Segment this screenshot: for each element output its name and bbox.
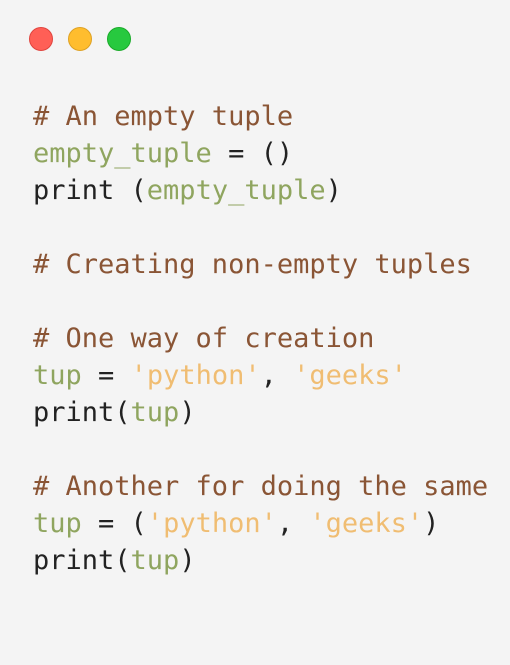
code-text: = () <box>211 138 294 169</box>
code-line: # Creating non-empty tuples <box>33 246 488 283</box>
code-text: , <box>260 360 294 391</box>
code-line: # One way of creation <box>33 320 488 357</box>
code-text: print( <box>33 397 131 428</box>
window-controls <box>29 27 131 51</box>
code-comment: # An empty tuple <box>33 101 294 132</box>
code-line: tup = 'python', 'geeks' <box>33 357 488 394</box>
code-window: # An empty tuple empty_tuple = () print (e… <box>0 0 510 665</box>
minimize-window-icon[interactable] <box>68 27 92 51</box>
code-identifier: empty_tuple <box>146 175 326 206</box>
code-line: # An empty tuple <box>33 98 488 135</box>
code-block: # An empty tuple empty_tuple = () print (e… <box>33 98 488 579</box>
code-text: print ( <box>33 175 147 206</box>
code-comment: # Another for doing the same <box>33 471 489 502</box>
code-comment: # One way of creation <box>33 323 375 354</box>
code-string: 'geeks' <box>293 360 407 391</box>
code-line: tup = ('python', 'geeks') <box>33 505 488 542</box>
code-string: 'python' <box>130 360 261 391</box>
code-line: print(tup) <box>33 542 488 579</box>
code-string: 'geeks' <box>309 508 424 539</box>
code-text: ) <box>325 175 342 206</box>
code-identifier: tup <box>33 360 82 391</box>
code-line: print(tup) <box>33 394 488 431</box>
code-line: # Another for doing the same <box>33 468 488 505</box>
code-comment: # Creating non-empty tuples <box>33 249 472 280</box>
code-identifier: tup <box>130 397 180 428</box>
maximize-window-icon[interactable] <box>107 27 131 51</box>
code-string: 'python' <box>146 508 277 539</box>
code-identifier: empty_tuple <box>33 138 212 169</box>
code-text: print( <box>33 545 131 576</box>
code-text: ) <box>423 508 440 539</box>
code-text: = <box>81 360 131 391</box>
code-text: ) <box>179 545 196 576</box>
code-text: , <box>276 508 310 539</box>
code-text: ) <box>179 397 196 428</box>
code-line: print (empty_tuple) <box>33 172 488 209</box>
code-identifier: tup <box>33 508 82 539</box>
code-identifier: tup <box>130 545 180 576</box>
close-window-icon[interactable] <box>29 27 53 51</box>
code-line: empty_tuple = () <box>33 135 488 172</box>
code-text: = ( <box>81 508 147 539</box>
